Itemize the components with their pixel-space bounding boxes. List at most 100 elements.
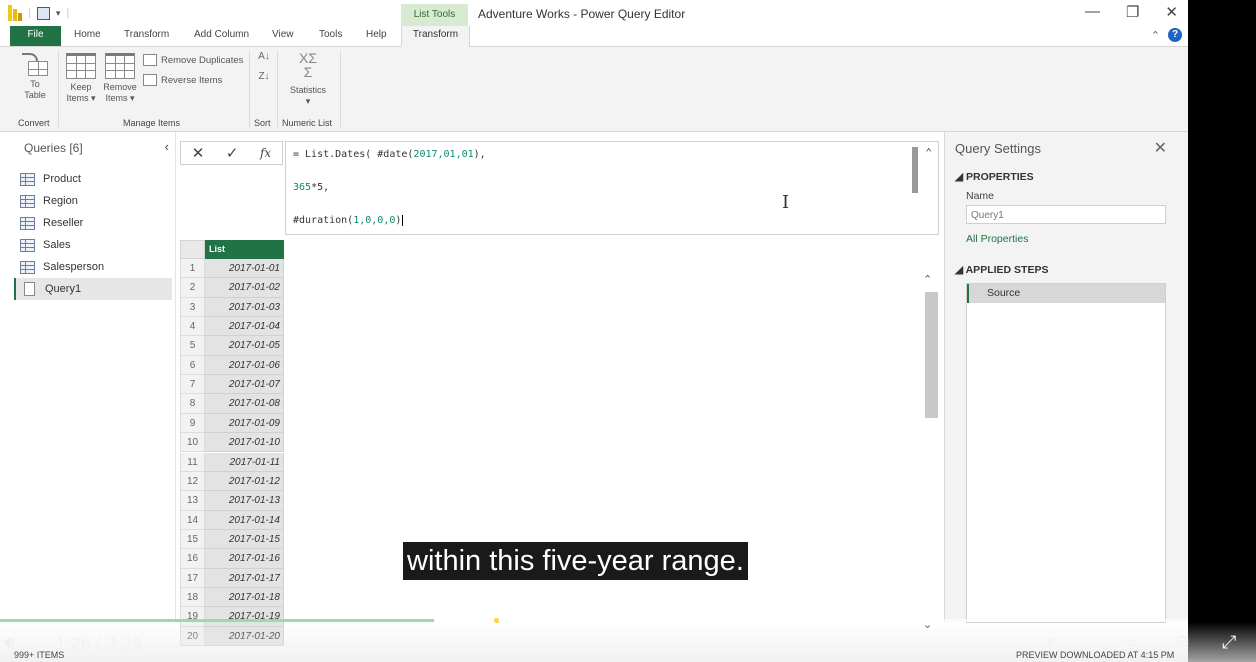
table-row: 10 2017-01-10 xyxy=(180,433,284,453)
list-cell[interactable]: 2017-01-11 xyxy=(205,452,284,472)
row-number[interactable]: 17 xyxy=(180,568,205,588)
row-number[interactable]: 13 xyxy=(180,491,205,511)
table-row: 17 2017-01-17 xyxy=(180,568,284,588)
properties-header[interactable]: ◢ PROPERTIES xyxy=(955,171,1034,183)
step-source[interactable]: Source xyxy=(967,284,1165,303)
list-cell[interactable]: 2017-01-05 xyxy=(205,336,284,356)
captions-icon[interactable]: ▭ xyxy=(1122,632,1137,652)
progress-marker xyxy=(494,618,499,623)
to-table-button[interactable]: To Table xyxy=(16,53,54,101)
table-icon xyxy=(20,238,35,252)
row-number[interactable]: 9 xyxy=(180,413,205,434)
restore-button[interactable]: ❐ xyxy=(1126,3,1139,21)
row-number[interactable]: 18 xyxy=(180,587,205,608)
all-properties-link[interactable]: All Properties xyxy=(966,233,1028,245)
row-number[interactable]: 8 xyxy=(180,394,205,414)
close-settings-icon[interactable]: ✕ xyxy=(1154,138,1167,158)
query-item-sales[interactable]: Sales xyxy=(14,234,172,256)
query-item-salesperson[interactable]: Salesperson xyxy=(14,256,172,278)
tab-home[interactable]: Home xyxy=(74,26,101,46)
table-row: 6 2017-01-06 xyxy=(180,355,284,376)
insert-function-button[interactable]: fx xyxy=(260,146,271,160)
reverse-items-button[interactable]: Reverse Items xyxy=(143,74,222,86)
list-cell[interactable]: 2017-01-01 xyxy=(205,259,284,279)
remove-items-button[interactable]: Remove Items ▾ xyxy=(102,53,138,104)
list-cell[interactable]: 2017-01-09 xyxy=(205,413,284,434)
list-cell[interactable]: 2017-01-04 xyxy=(205,317,284,337)
sort-ascending-icon: A↓ xyxy=(258,51,270,62)
formula-line-1: = List.Dates( #date(2017,01,01), xyxy=(293,149,486,160)
settings-gear-icon[interactable]: ⚙︎ xyxy=(1174,632,1190,653)
list-cell[interactable]: 2017-01-17 xyxy=(205,568,284,588)
collapse-ribbon-icon[interactable]: ⌃ xyxy=(1151,29,1160,42)
row-number[interactable]: 15 xyxy=(180,529,205,550)
query-item-reseller[interactable]: Reseller xyxy=(14,212,172,234)
row-number[interactable]: 12 xyxy=(180,471,205,492)
row-number[interactable]: 11 xyxy=(180,452,205,472)
formula-scrollbar[interactable] xyxy=(912,147,918,193)
tab-list-transform[interactable]: Transform xyxy=(401,26,470,47)
queries-pane: Queries [6] ‹ Product Region Reseller Sa… xyxy=(10,132,176,622)
row-number[interactable]: 14 xyxy=(180,510,205,530)
scroll-up-icon[interactable]: ⌃ xyxy=(923,273,932,286)
commit-formula-button[interactable]: ✓ xyxy=(226,144,239,162)
statistics-button[interactable]: XΣ Σ Statistics ▾ xyxy=(286,51,330,107)
list-cell[interactable]: 2017-01-07 xyxy=(205,375,284,395)
tab-add-column[interactable]: Add Column xyxy=(194,26,249,46)
tab-file[interactable]: File xyxy=(10,26,61,46)
list-cell[interactable]: 2017-01-10 xyxy=(205,433,284,453)
video-progress-bar[interactable] xyxy=(0,618,1188,623)
list-cell[interactable]: 2017-01-02 xyxy=(205,278,284,298)
save-icon[interactable] xyxy=(36,6,50,20)
applied-steps-header[interactable]: ◢ APPLIED STEPS xyxy=(955,264,1048,276)
fullscreen-icon[interactable]: ⤢ xyxy=(1222,632,1236,653)
applied-steps-list: Source xyxy=(966,283,1166,623)
column-header-list[interactable]: List xyxy=(205,240,284,259)
list-cell[interactable]: 2017-01-18 xyxy=(205,587,284,608)
list-cell[interactable]: 2017-01-15 xyxy=(205,529,284,550)
list-cell[interactable]: 2017-01-08 xyxy=(205,394,284,414)
query-item-query1[interactable]: Query1 xyxy=(14,278,172,300)
table-icon xyxy=(20,172,35,186)
help-icon[interactable]: ? xyxy=(1168,28,1182,42)
list-cell[interactable]: 2017-01-06 xyxy=(205,355,284,376)
minimize-button[interactable]: — xyxy=(1085,3,1100,21)
row-number[interactable]: 7 xyxy=(180,375,205,395)
keep-items-button[interactable]: Keep Items ▾ xyxy=(64,53,98,104)
formula-editor[interactable]: = List.Dates( #date(2017,01,01), 365*5, … xyxy=(285,141,939,235)
list-cell[interactable]: 2017-01-03 xyxy=(205,297,284,318)
list-cell[interactable]: 2017-01-13 xyxy=(205,491,284,511)
query-item-region[interactable]: Region xyxy=(14,190,172,212)
qat-dropdown-icon[interactable]: ▾ xyxy=(56,8,61,19)
row-number[interactable]: 16 xyxy=(180,549,205,569)
row-number[interactable]: 6 xyxy=(180,355,205,376)
video-progress-played xyxy=(0,619,434,622)
table-row: 5 2017-01-05 xyxy=(180,336,284,356)
row-number[interactable]: 3 xyxy=(180,297,205,318)
grid-corner[interactable] xyxy=(180,240,205,259)
cancel-formula-button[interactable]: ✕ xyxy=(192,144,205,162)
query-item-product[interactable]: Product xyxy=(14,168,172,190)
row-number[interactable]: 1 xyxy=(180,259,205,279)
row-number[interactable]: 4 xyxy=(180,317,205,337)
collapse-formula-icon[interactable]: ⌃ xyxy=(925,146,932,159)
row-number[interactable]: 2 xyxy=(180,278,205,298)
list-cell[interactable]: 2017-01-16 xyxy=(205,549,284,569)
vertical-scrollbar-thumb[interactable] xyxy=(925,292,938,418)
collapse-queries-icon[interactable]: ‹ xyxy=(165,139,169,154)
tab-view[interactable]: View xyxy=(272,26,294,46)
list-cell[interactable]: 2017-01-14 xyxy=(205,510,284,530)
tab-help[interactable]: Help xyxy=(366,26,387,46)
sort-descending-button[interactable]: Z↓ xyxy=(256,71,272,82)
row-number[interactable]: 10 xyxy=(180,433,205,453)
close-window-button[interactable]: ✕ xyxy=(1165,3,1178,21)
list-cell[interactable]: 2017-01-12 xyxy=(205,471,284,492)
remove-duplicates-button[interactable]: Remove Duplicates xyxy=(143,54,243,66)
tab-tools[interactable]: Tools xyxy=(319,26,342,46)
sort-ascending-button[interactable]: A↓ xyxy=(256,51,272,62)
list-icon xyxy=(24,282,35,296)
query-name-input[interactable]: Query1 xyxy=(966,205,1166,224)
table-row: 7 2017-01-07 xyxy=(180,375,284,395)
tab-transform[interactable]: Transform xyxy=(124,26,169,46)
row-number[interactable]: 5 xyxy=(180,336,205,356)
